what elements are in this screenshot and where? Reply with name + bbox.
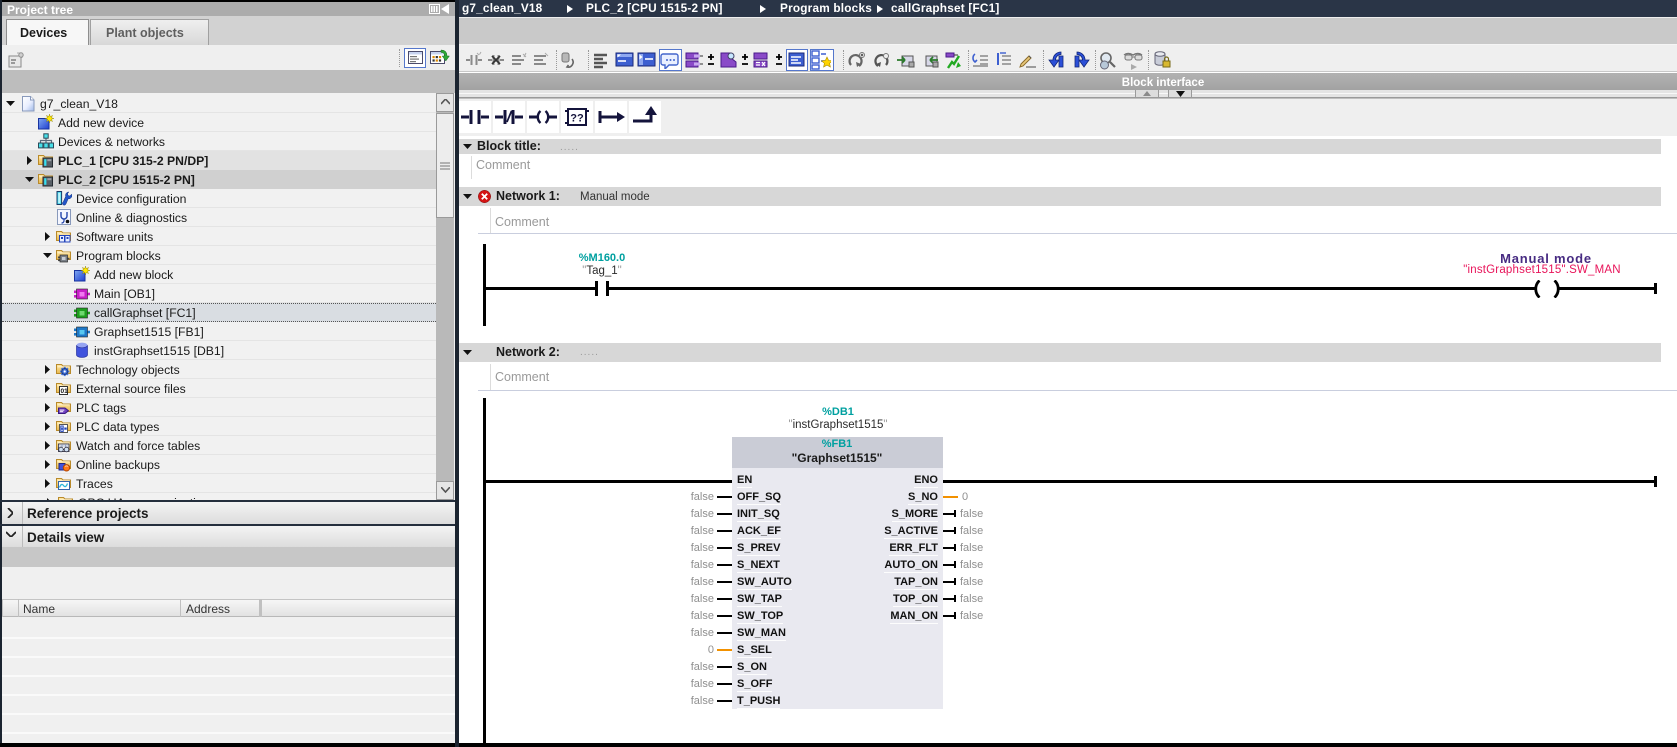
svg-text:01: 01 — [61, 388, 69, 395]
svg-text:??: ?? — [570, 113, 584, 125]
